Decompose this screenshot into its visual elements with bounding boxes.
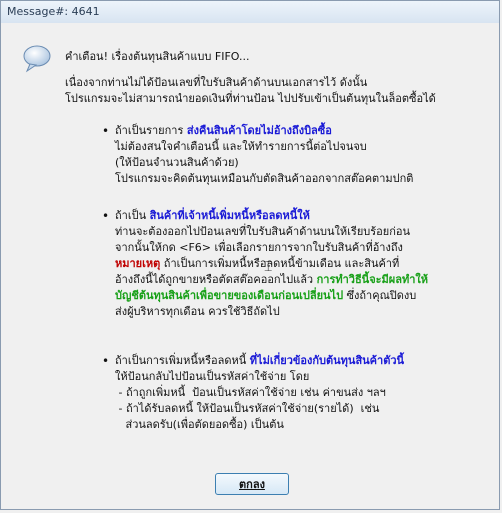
bullet-1-prefix: ถ้าเป็นรายการ: [115, 124, 187, 137]
bullet-3-line: - ถ้าได้รับลดหนี้ ให้ป้อนเป็นรหัสค่าใช้จ…: [115, 402, 380, 415]
speech-bubble-icon: [22, 43, 52, 77]
warning-green-text: บัญชีต้นทุนสินค้าเพื่อขายของเดือนก่อนเปล…: [115, 289, 344, 302]
bullet-3-line: - ถ้าถูกเพิ่มหนี้ ป้อนเป็นรหัสค่าใช้จ่าย…: [115, 386, 386, 399]
bullet-3-line: ให้ป้อนกลับไปป้อนเป็นรหัสค่าใช้จ่าย โดย: [115, 370, 310, 383]
bullet-3: ถ้าเป็นการเพิ่มหนี้หรือลดหนี้ ที่ไม่เกี่…: [115, 353, 495, 433]
bullet-2-line: จากนั้นให้กด <F6> เพื่อเลือกรายการจากใบร…: [115, 241, 403, 254]
intro-paragraph: เนื่องจากท่านไม่ได้ป้อนเลขที่ใบรับสินค้า…: [65, 75, 495, 107]
window-title: Message#: 4641: [7, 5, 100, 18]
bullet-2-line: ท่านจะต้องออกไปป้อนเลขที่ใบรับสินค้าด้าน…: [115, 225, 411, 238]
bullet-1-line: โปรแกรมจะคิดต้นทุนเหมือนกับตัดสินค้าออกจ…: [115, 172, 414, 185]
ok-button[interactable]: ตกลง: [215, 473, 289, 495]
bullet-1: ถ้าเป็นรายการ ส่งคืนสินค้าโดยไม่อ้างถึงบ…: [115, 123, 495, 187]
bullet-2-line: ส่งผู้บริหารทุกเดือน ควรใช้วิธีถัดไป: [115, 305, 280, 318]
bullet-dot: •: [102, 354, 110, 368]
bullet-3-highlight: ที่ไม่เกี่ยวข้องกับต้นทุนสินค้าตัวนี้: [249, 354, 405, 367]
bullet-3-prefix: ถ้าเป็นการเพิ่มหนี้หรือลดหนี้: [115, 354, 250, 367]
bullet-2-line: อ้างถึงนี้ได้ถูกขายหรือตัดสต๊อคออกไปแล้ว: [115, 273, 317, 286]
bullet-1-highlight: ส่งคืนสินค้าโดยไม่อ้างถึงบิลซื้อ: [186, 124, 332, 137]
text-cursor-icon: ⌶: [264, 259, 273, 275]
bullet-2-prefix: ถ้าเป็น: [115, 209, 150, 222]
message-dialog: Message#: 4641 คำเตือน! เรื่องต้นทุนสินค…: [0, 0, 500, 510]
intro-line: เนื่องจากท่านไม่ได้ป้อนเลขที่ใบรับสินค้า…: [65, 76, 368, 89]
warning-green-text: การทำวิธีนี้จะมีผลทำให้: [316, 273, 429, 286]
bullet-1-line: ไม่ต้องสนใจคำเตือนนี้ และให้ทำรายการนี้ต…: [115, 140, 367, 153]
title-bar[interactable]: Message#: 4641: [1, 1, 499, 24]
dialog-content: คำเตือน! เรื่องต้นทุนสินค้าแบบ FIFO... เ…: [1, 23, 499, 509]
bullet-dot: •: [102, 124, 110, 138]
bullet-2-line: ถ้าเป็นการเพิ่มหนี้หรือลดหนี้ข้ามเดือน แ…: [160, 257, 400, 270]
bullet-3-line: ส่วนลดรับ(เพื่อตัดยอดซื้อ) เป็นต้น: [115, 418, 284, 431]
bullet-2: ถ้าเป็น สินค้าที่เจ้าหนี้เพิ่มหนี้หรือลด…: [115, 208, 495, 320]
note-label: หมายเหตุ: [115, 257, 161, 270]
bullet-1-line: (ให้ป้อนจำนวนสินค้าด้วย): [115, 156, 239, 169]
bullet-2-highlight: สินค้าที่เจ้าหนี้เพิ่มหนี้หรือลดหนี้ให้: [149, 209, 310, 222]
bullet-dot: •: [102, 209, 110, 223]
bullet-2-line: ซึ่งถ้าคุณปิดงบ: [343, 289, 417, 302]
intro-line: โปรแกรมจะไม่สามารถนำยอดเงินที่ท่านป้อน ไ…: [65, 92, 436, 105]
warning-heading: คำเตือน! เรื่องต้นทุนสินค้าแบบ FIFO...: [65, 50, 250, 63]
